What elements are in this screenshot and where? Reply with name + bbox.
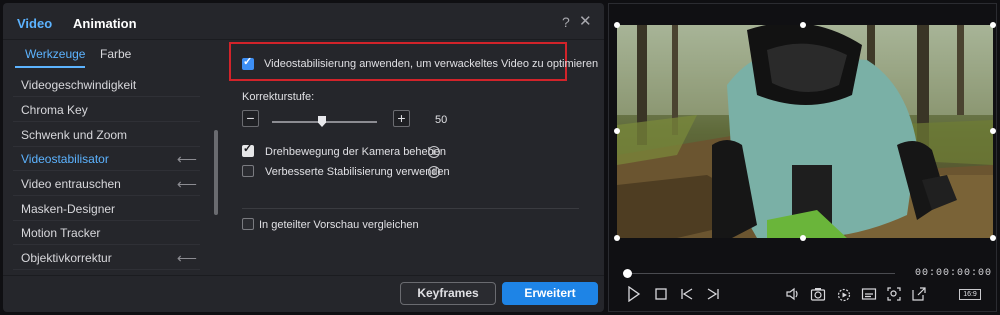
- back-arrow-icon[interactable]: ⟵: [177, 147, 197, 171]
- tool-label: Motion Tracker: [21, 226, 101, 240]
- tool-masken-designer[interactable]: Masken-Designer: [13, 197, 200, 221]
- tool-label: Schwenk und Zoom: [21, 128, 128, 142]
- active-subtab-indicator: [15, 66, 85, 68]
- split-preview-checkbox[interactable]: [242, 218, 254, 230]
- decrease-button[interactable]: −: [242, 110, 259, 127]
- timecode: 00:00:00:00: [915, 268, 993, 279]
- resize-handle[interactable]: [990, 22, 996, 28]
- apply-stabilization-label: Videostabilisierung anwenden, um verwack…: [264, 58, 599, 70]
- enhanced-stabilization-checkbox[interactable]: [242, 165, 254, 177]
- info-icon[interactable]: i: [428, 146, 440, 158]
- info-icon[interactable]: i: [428, 166, 440, 178]
- play-icon[interactable]: [627, 286, 641, 302]
- divider: [242, 208, 579, 209]
- tab-animation[interactable]: Animation: [73, 16, 137, 31]
- resize-handle[interactable]: [800, 22, 806, 28]
- aspect-ratio-button[interactable]: 16:9: [959, 289, 981, 300]
- tools-scrollbar[interactable]: [214, 130, 218, 215]
- tool-videogeschwindigkeit[interactable]: Videogeschwindigkeit: [13, 73, 200, 97]
- enhanced-stabilization-label: Verbesserte Stabilisierung verwenden: [265, 166, 450, 178]
- undock-icon[interactable]: [911, 286, 927, 302]
- increase-button[interactable]: +: [393, 110, 410, 127]
- playhead[interactable]: [623, 269, 632, 278]
- checkmark-icon: ✓: [243, 56, 253, 68]
- render-preview-icon[interactable]: [836, 286, 852, 302]
- tool-label: Objektivkorrektur: [21, 251, 112, 265]
- zoom-icon[interactable]: [886, 286, 902, 302]
- tool-motion-tracker[interactable]: Motion Tracker: [13, 221, 200, 245]
- apply-stabilization-checkbox[interactable]: ✓: [242, 56, 254, 70]
- tool-label: Masken-Designer: [21, 202, 116, 216]
- tool-settings-panel: Video Animation ? ✕ Werkzeuge Farbe Vide…: [3, 3, 604, 312]
- subtitle-icon[interactable]: [861, 286, 877, 302]
- back-arrow-icon[interactable]: ⟵: [177, 246, 197, 270]
- help-icon[interactable]: ?: [562, 14, 570, 30]
- tool-videostabilisator[interactable]: Videostabilisator ⟵: [13, 147, 200, 171]
- header-divider: [3, 39, 604, 40]
- tool-label: Videostabilisator: [21, 152, 109, 166]
- playback-progress-bar[interactable]: [627, 273, 895, 274]
- tool-objektivkorrektur[interactable]: Objektivkorrektur ⟵: [13, 246, 200, 270]
- tool-chroma-key[interactable]: Chroma Key: [13, 98, 200, 122]
- tool-schwenk-und-zoom[interactable]: Schwenk und Zoom: [13, 123, 200, 147]
- resize-handle[interactable]: [990, 128, 996, 134]
- tool-video-entrauschen[interactable]: Video entrauschen ⟵: [13, 172, 200, 196]
- resize-handle[interactable]: [990, 235, 996, 241]
- checkmark-icon: ✓: [243, 143, 253, 155]
- subtab-werkzeuge[interactable]: Werkzeuge: [25, 47, 85, 61]
- close-icon[interactable]: ✕: [579, 14, 592, 30]
- split-preview-label: In geteilter Vorschau vergleichen: [259, 219, 419, 231]
- preview-panel: 00:00:00:00 16:9: [608, 3, 997, 312]
- tab-video[interactable]: Video: [17, 16, 52, 31]
- tool-label: Videogeschwindigkeit: [21, 78, 137, 92]
- next-frame-icon[interactable]: [706, 286, 720, 302]
- snapshot-camera-icon[interactable]: [810, 286, 826, 302]
- stop-icon[interactable]: [654, 286, 668, 302]
- volume-icon[interactable]: [785, 286, 801, 302]
- resize-handle[interactable]: [614, 22, 620, 28]
- resize-handle[interactable]: [614, 128, 620, 134]
- correction-value: 50: [435, 114, 448, 126]
- previous-frame-icon[interactable]: [680, 286, 694, 302]
- video-frame-image: [617, 25, 993, 238]
- advanced-button[interactable]: Erweitert: [502, 282, 598, 305]
- resize-handle[interactable]: [800, 235, 806, 241]
- footer-divider: [3, 275, 604, 276]
- back-arrow-icon[interactable]: ⟵: [177, 172, 197, 196]
- correction-level-label: Korrekturstufe:: [242, 91, 315, 103]
- tool-label: Video entrauschen: [21, 177, 121, 191]
- resize-handle[interactable]: [614, 235, 620, 241]
- keyframes-button[interactable]: Keyframes: [400, 282, 496, 305]
- video-preview[interactable]: [617, 25, 993, 238]
- rolling-shutter-checkbox[interactable]: ✓: [242, 143, 254, 157]
- tool-label: Chroma Key: [21, 103, 88, 117]
- subtab-farbe[interactable]: Farbe: [100, 47, 131, 61]
- rolling-shutter-label: Drehbewegung der Kamera beheben: [265, 146, 447, 158]
- slider-thumb[interactable]: [318, 116, 326, 127]
